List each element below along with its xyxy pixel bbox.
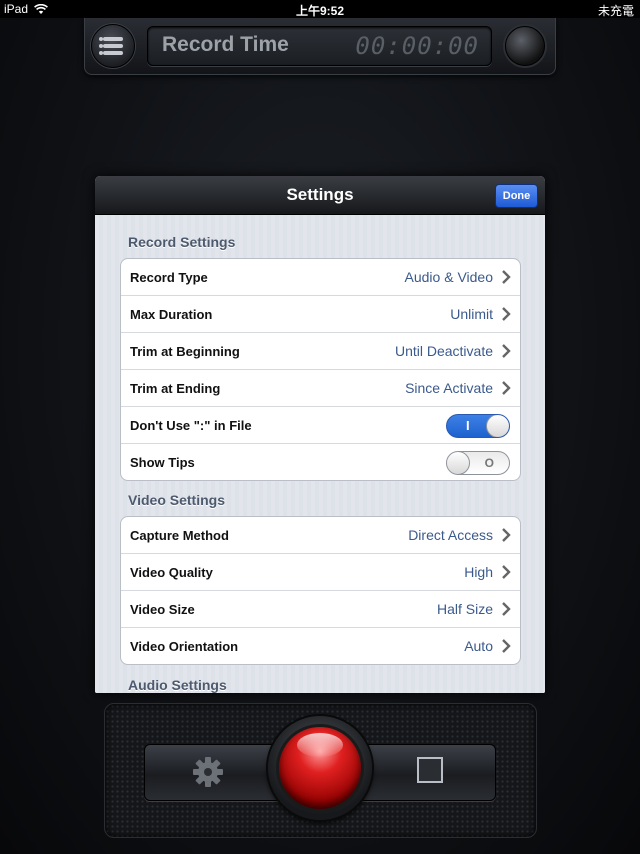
record-time-display: Record Time 00:00:00: [147, 26, 492, 66]
no-colon-toggle[interactable]: I: [446, 414, 510, 438]
settings-list[interactable]: Record Settings Record Type Audio & Vide…: [95, 215, 545, 693]
row-label: Don't Use ":" in File: [130, 417, 252, 433]
knob-button[interactable]: [505, 26, 545, 66]
chevron-right-icon: [502, 270, 511, 284]
record-gloss: [297, 733, 343, 757]
chevron-right-icon: [502, 602, 511, 616]
status-bar: iPad 上午9:52 未充電: [0, 0, 640, 18]
toggle-mark: O: [484, 456, 494, 470]
chevron-right-icon: [502, 381, 511, 395]
row-value: Audio & Video: [404, 269, 493, 285]
row-trim-ending[interactable]: Trim at Ending Since Activate: [121, 370, 520, 407]
done-button[interactable]: Done: [495, 184, 538, 208]
row-label: Trim at Ending: [130, 380, 221, 396]
row-label: Video Orientation: [130, 638, 239, 654]
row-value: Direct Access: [408, 527, 493, 543]
status-time: 上午9:52: [295, 4, 345, 18]
list-icon[interactable]: [91, 24, 135, 68]
row-video-orientation[interactable]: Video Orientation Auto: [121, 628, 520, 664]
row-label: Record Type: [130, 269, 208, 285]
row-label: Show Tips: [130, 454, 195, 470]
row-value: High: [464, 564, 493, 580]
row-video-size[interactable]: Video Size Half Size: [121, 591, 520, 628]
row-trim-beginning[interactable]: Trim at Beginning Until Deactivate: [121, 333, 520, 370]
record-timer: 00:00:00: [355, 32, 479, 60]
row-label: Max Duration: [130, 306, 213, 322]
row-value: Since Activate: [405, 380, 493, 396]
section-title-video: Video Settings: [128, 492, 225, 508]
chevron-right-icon: [502, 528, 511, 542]
row-value: Unlimit: [450, 306, 493, 322]
row-video-quality[interactable]: Video Quality High: [121, 554, 520, 591]
stop-icon[interactable]: [417, 757, 443, 783]
record-icon[interactable]: [279, 727, 361, 809]
toggle-thumb: [486, 415, 509, 437]
video-settings-group: Capture Method Direct Access Video Quali…: [120, 516, 521, 665]
modal-title: Settings: [286, 185, 354, 204]
record-time-bar: Record Time 00:00:00: [84, 18, 556, 75]
chevron-right-icon: [502, 307, 511, 321]
chevron-right-icon: [502, 639, 511, 653]
row-value: Auto: [464, 638, 493, 654]
row-show-tips: Show Tips O: [121, 444, 520, 480]
section-title-record: Record Settings: [128, 234, 236, 250]
row-capture-method[interactable]: Capture Method Direct Access: [121, 517, 520, 554]
battery-status: 未充電: [597, 4, 634, 18]
toggle-thumb: [447, 452, 470, 474]
chevron-right-icon: [502, 344, 511, 358]
row-label: Video Size: [130, 601, 195, 617]
row-label: Video Quality: [130, 564, 213, 580]
row-value: Half Size: [436, 601, 493, 617]
show-tips-toggle[interactable]: O: [446, 451, 510, 475]
chevron-right-icon: [502, 565, 511, 579]
section-title-audio: Audio Settings: [128, 677, 227, 693]
record-settings-group: Record Type Audio & Video Max Duration U…: [120, 258, 521, 481]
row-record-type[interactable]: Record Type Audio & Video: [121, 259, 520, 296]
record-time-label: Record Time: [162, 33, 289, 56]
gear-icon[interactable]: [186, 752, 230, 792]
row-max-duration[interactable]: Max Duration Unlimit: [121, 296, 520, 333]
toggle-mark: I: [466, 418, 470, 433]
settings-modal: Settings Done Record Settings Record Typ…: [95, 176, 545, 693]
row-no-colon-filename: Don't Use ":" in File I: [121, 407, 520, 444]
row-label: Capture Method: [130, 527, 229, 543]
row-value: Until Deactivate: [394, 343, 493, 359]
row-label: Trim at Beginning: [130, 343, 240, 359]
modal-header: Settings Done: [95, 176, 545, 215]
